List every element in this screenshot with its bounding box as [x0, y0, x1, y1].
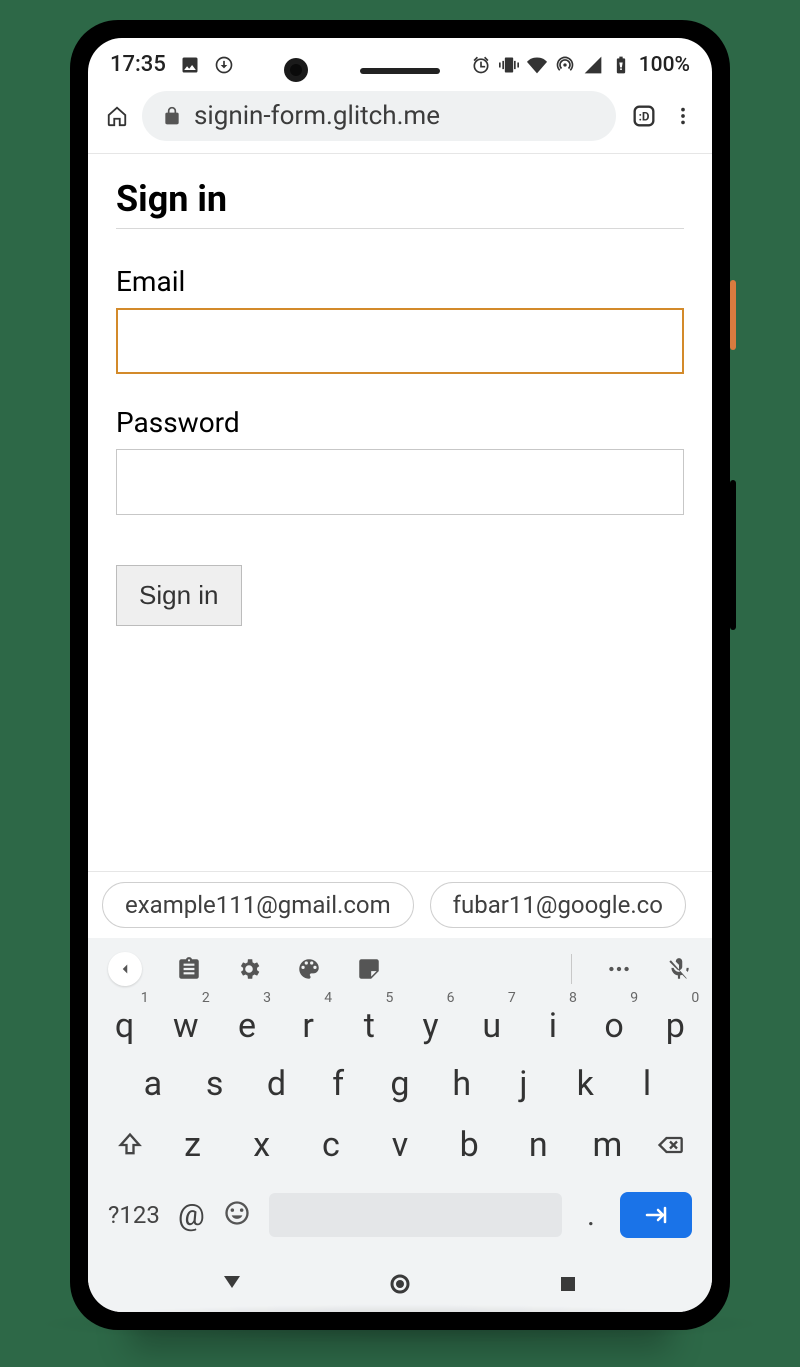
browser-toolbar: signin-form.glitch.me :D [88, 83, 712, 154]
key-n[interactable]: n [510, 1125, 566, 1165]
svg-text::D: :D [639, 110, 650, 124]
status-time: 17:35 [110, 52, 166, 77]
nav-recent-icon[interactable] [556, 1272, 580, 1296]
enter-key[interactable] [620, 1192, 692, 1238]
password-field-group: Password [116, 406, 684, 515]
key-f[interactable]: f [310, 1064, 366, 1104]
sticker-icon[interactable] [356, 956, 382, 982]
drop-shadow [30, 1304, 770, 1344]
key-t[interactable]: t5 [341, 1006, 397, 1046]
keyboard-row-2: asdfghjkl [94, 1064, 706, 1104]
keyboard-row-1: q1w2e3r4t5y6u7i8o9p0 [94, 1006, 706, 1046]
clipboard-icon[interactable] [176, 956, 202, 982]
screen: 17:35 100% signin-form.glitch.me :D [88, 38, 712, 1312]
status-bar: 17:35 100% [88, 38, 712, 83]
nav-home-icon[interactable] [388, 1272, 412, 1296]
key-h[interactable]: h [434, 1064, 490, 1104]
lock-icon [162, 106, 182, 126]
key-v[interactable]: v [372, 1125, 428, 1165]
key-u[interactable]: u7 [464, 1006, 520, 1046]
password-label: Password [116, 406, 684, 439]
email-input[interactable] [116, 308, 684, 374]
key-y[interactable]: y6 [403, 1006, 459, 1046]
home-icon[interactable] [106, 105, 128, 127]
image-icon [180, 55, 200, 75]
space-key[interactable] [269, 1193, 562, 1237]
page-content: Sign in Email Password Sign in [88, 154, 712, 871]
autofill-suggestions: example111@gmail.com fubar11@google.co [88, 871, 712, 938]
key-i[interactable]: i8 [525, 1006, 581, 1046]
battery-percent: 100% [639, 53, 690, 77]
more-icon[interactable] [672, 105, 694, 127]
at-key[interactable]: @ [178, 1198, 205, 1233]
wifi-icon [527, 55, 547, 75]
keyboard-row-3: zxcvbnm [94, 1122, 706, 1168]
period-key[interactable]: . [580, 1198, 602, 1233]
power-button [730, 280, 736, 350]
battery-icon [611, 55, 631, 75]
suggestion-chip[interactable]: example111@gmail.com [102, 882, 414, 928]
palette-icon[interactable] [296, 956, 322, 982]
backspace-key[interactable] [642, 1122, 698, 1168]
signal-icon [583, 55, 603, 75]
suggestion-chip[interactable]: fubar11@google.co [430, 882, 686, 928]
key-d[interactable]: d [248, 1064, 304, 1104]
shift-key[interactable] [102, 1122, 158, 1168]
key-x[interactable]: x [234, 1125, 290, 1165]
speaker-slot [360, 68, 440, 74]
email-field-group: Email [116, 265, 684, 374]
key-b[interactable]: b [441, 1125, 497, 1165]
key-s[interactable]: s [187, 1064, 243, 1104]
keyboard-row-bottom: ?123 @ . [94, 1186, 706, 1246]
hotspot-icon [555, 55, 575, 75]
keyboard: q1w2e3r4t5y6u7i8o9p0 asdfghjkl zxcvbnm ?… [88, 1000, 712, 1258]
key-e[interactable]: e3 [219, 1006, 275, 1046]
key-j[interactable]: j [495, 1064, 551, 1104]
key-o[interactable]: o9 [586, 1006, 642, 1046]
key-g[interactable]: g [372, 1064, 428, 1104]
key-p[interactable]: p0 [647, 1006, 703, 1046]
volume-button [730, 480, 736, 630]
camera-dot [284, 58, 308, 82]
key-q[interactable]: q1 [97, 1006, 153, 1046]
more-horiz-icon[interactable] [606, 956, 632, 982]
signin-button[interactable]: Sign in [116, 565, 242, 626]
vibrate-icon [499, 55, 519, 75]
nav-back-icon[interactable] [220, 1272, 244, 1296]
key-c[interactable]: c [303, 1125, 359, 1165]
alarm-icon [471, 55, 491, 75]
keyboard-toolbar [88, 938, 712, 1000]
key-l[interactable]: l [619, 1064, 675, 1104]
email-label: Email [116, 265, 684, 298]
page-title: Sign in [116, 178, 684, 229]
downloads-icon [214, 55, 234, 75]
emoji-key[interactable] [223, 1199, 251, 1231]
key-m[interactable]: m [579, 1125, 635, 1165]
password-input[interactable] [116, 449, 684, 515]
key-z[interactable]: z [165, 1125, 221, 1165]
tabs-icon[interactable]: :D [630, 102, 658, 130]
mic-off-icon[interactable] [666, 956, 692, 982]
toolbar-separator [571, 954, 572, 984]
url-bar[interactable]: signin-form.glitch.me [142, 91, 616, 141]
url-text: signin-form.glitch.me [194, 101, 440, 131]
keyboard-back-button[interactable] [108, 952, 142, 986]
key-w[interactable]: w2 [158, 1006, 214, 1046]
key-k[interactable]: k [557, 1064, 613, 1104]
phone-frame: 17:35 100% signin-form.glitch.me :D [70, 20, 730, 1330]
key-r[interactable]: r4 [280, 1006, 336, 1046]
symbols-key[interactable]: ?123 [108, 1201, 160, 1229]
key-a[interactable]: a [125, 1064, 181, 1104]
gear-icon[interactable] [236, 956, 262, 982]
